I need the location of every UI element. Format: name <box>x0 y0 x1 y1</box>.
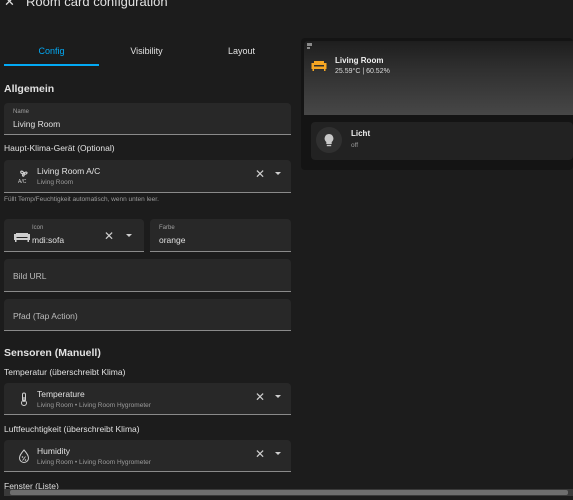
card-preview: Living Room 25.59°C | 60.52% Licht off <box>301 38 573 170</box>
path-field[interactable]: Pfad (Tap Action) <box>4 299 291 331</box>
dialog-title: Room card configuration <box>26 0 168 9</box>
section-title-sensors: Sensoren (Manuell) <box>4 347 101 359</box>
color-field-label: Farbe <box>159 225 175 231</box>
light-name: Licht <box>351 129 371 138</box>
clear-icon[interactable]: ✕ <box>255 391 265 403</box>
air-conditioner-icon: A/C <box>16 168 32 185</box>
icon-field-label: Icon <box>32 225 44 231</box>
climate-helper-text: Füllt Temp/Feuchtigkeit automatisch, wen… <box>4 196 159 203</box>
scrollbar-thumb[interactable] <box>10 490 568 495</box>
chevron-down-icon[interactable] <box>275 452 281 455</box>
image-url-placeholder: Bild URL <box>13 271 47 281</box>
chevron-down-icon[interactable] <box>126 234 132 237</box>
room-card[interactable]: Living Room 25.59°C | 60.52% <box>304 41 573 115</box>
chevron-down-icon[interactable] <box>275 395 281 398</box>
humidity-entity-picker[interactable]: Humidity Living Room • Living Room Hygro… <box>4 440 291 472</box>
light-state: off <box>351 142 359 149</box>
icon-picker[interactable]: Icon mdi:sofa ✕ <box>4 219 144 252</box>
tab-layout[interactable]: Layout <box>194 40 289 66</box>
humidity-label: Luftfeuchtigkeit (überschreibt Klima) <box>4 424 140 434</box>
name-field-label: Name <box>13 109 30 115</box>
temperature-entity-name: Temperature <box>37 389 85 399</box>
climate-entity-name: Living Room A/C <box>37 166 101 176</box>
room-name: Living Room <box>335 56 384 65</box>
clear-icon[interactable]: ✕ <box>255 448 265 460</box>
clear-icon[interactable]: ✕ <box>104 230 114 242</box>
water-percent-icon <box>16 448 32 464</box>
tab-visibility[interactable]: Visibility <box>99 40 194 66</box>
tab-bar: Config Visibility Layout <box>4 40 291 66</box>
color-field[interactable]: Farbe orange <box>150 219 291 252</box>
name-field[interactable]: Name Living Room <box>4 103 291 135</box>
climate-entity-picker[interactable]: A/C Living Room A/C Living Room ✕ <box>4 160 291 193</box>
sofa-icon <box>13 229 30 245</box>
climate-entity-area: Living Room <box>37 179 74 186</box>
thermometer-icon <box>16 391 32 407</box>
close-icon[interactable]: ✕ <box>4 0 15 9</box>
light-tile[interactable]: Licht off <box>311 122 573 160</box>
humidity-entity-name: Humidity <box>37 446 71 456</box>
lightbulb-icon <box>316 127 342 153</box>
sofa-icon <box>311 58 327 72</box>
name-field-value: Living Room <box>13 119 61 129</box>
chevron-down-icon[interactable] <box>275 172 281 175</box>
climate-device-label: Haupt-Klima-Gerät (Optional) <box>4 143 115 153</box>
image-url-field[interactable]: Bild URL <box>4 259 291 292</box>
tab-config[interactable]: Config <box>4 40 99 66</box>
badge-icon <box>304 41 324 51</box>
room-stats: 25.59°C | 60.52% <box>335 68 390 75</box>
temperature-entity-picker[interactable]: Temperature Living Room • Living Room Hy… <box>4 383 291 415</box>
temperature-entity-sub: Living Room • Living Room Hygrometer <box>37 402 151 409</box>
icon-field-value: mdi:sofa <box>32 235 65 245</box>
clear-icon[interactable]: ✕ <box>255 168 265 180</box>
color-field-value: orange <box>159 235 186 245</box>
svg-text:A/C: A/C <box>18 179 27 184</box>
dialog-header: ✕ Room card configuration <box>0 0 573 12</box>
temperature-label: Temperatur (überschreibt Klima) <box>4 367 126 377</box>
humidity-entity-sub: Living Room • Living Room Hygrometer <box>37 459 151 466</box>
path-placeholder: Pfad (Tap Action) <box>13 311 78 321</box>
section-title-general: Allgemein <box>4 83 55 95</box>
